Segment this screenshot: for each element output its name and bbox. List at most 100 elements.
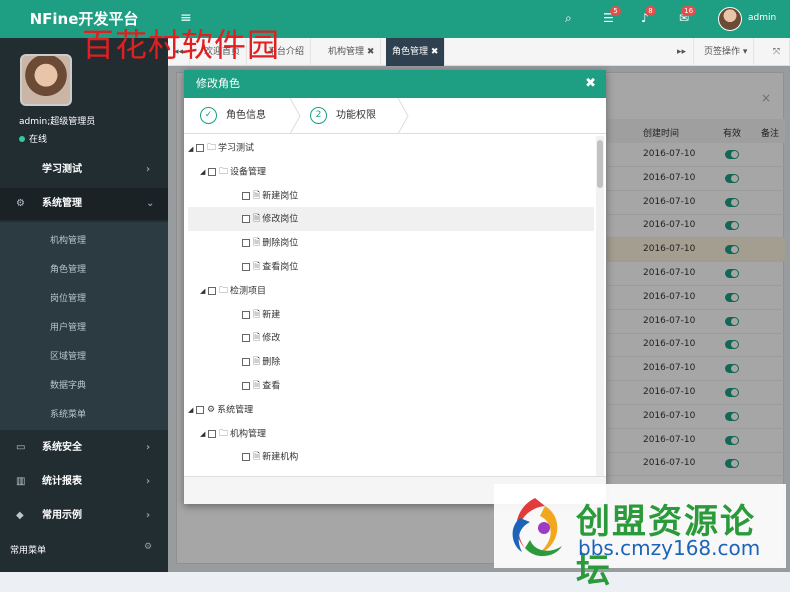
file-icon: 🗎	[253, 309, 261, 320]
tree-checkbox[interactable]	[208, 429, 216, 438]
page-ops-dropdown[interactable]: 页签操作 ▾	[698, 38, 755, 66]
expand-arrow-icon[interactable]: ◢	[200, 422, 208, 446]
tree-node[interactable]: 🗎 新建机构	[188, 445, 594, 469]
tree-checkbox[interactable]	[242, 382, 250, 390]
submenu-dict[interactable]: 数据字典	[50, 378, 86, 391]
step-label: 功能权限	[336, 110, 376, 121]
sidebar-submenu: 机构管理 角色管理 岗位管理 用户管理 区域管理 数据字典 系统菜单	[0, 222, 168, 430]
tree-node[interactable]: ◢ 🗀 机构管理	[188, 422, 594, 446]
gears-icon: ⚙	[16, 198, 25, 209]
tree-checkbox[interactable]	[242, 334, 250, 343]
tree-node-label: 新建岗位	[262, 191, 299, 202]
expand-arrow-icon[interactable]: ◢	[200, 279, 208, 303]
watermark-text: 百花村软件园	[82, 26, 281, 64]
tree-checkbox[interactable]	[242, 310, 250, 319]
tree-node-label: 学习测试	[218, 143, 255, 154]
submenu-org[interactable]: 机构管理	[50, 233, 86, 246]
tree-node-label: 系统管理	[217, 405, 254, 416]
tree-checkbox[interactable]	[208, 286, 216, 295]
gears-icon: ⚙	[207, 404, 216, 415]
sidebar-item-system[interactable]: ⚙ 系统管理 ⌄	[0, 188, 168, 220]
tree-node[interactable]: 🗎 新建岗位	[188, 184, 594, 208]
logo-url: bbs.cmzy168.com	[578, 536, 761, 560]
tree-node-label: 新建	[262, 310, 281, 321]
tree-checkbox[interactable]	[242, 215, 250, 224]
submenu-user[interactable]: 用户管理	[50, 320, 86, 333]
top-avatar[interactable]	[718, 7, 742, 31]
tree-node[interactable]: ◢ ⚙ 系统管理	[188, 398, 594, 422]
scrollbar-thumb[interactable]	[597, 140, 603, 188]
tree-node[interactable]: 🗎 查看岗位	[188, 255, 594, 279]
tree-checkbox[interactable]	[242, 263, 250, 271]
avatar	[20, 54, 72, 106]
bell-icon[interactable]: ♪ 8	[641, 6, 656, 25]
notify-badge: 8	[645, 6, 656, 16]
sidebar-item-security[interactable]: ▭ 系统安全 ›	[0, 432, 168, 464]
sidebar-item-label: 常用示例	[42, 510, 82, 521]
tab-scroll-right-icon[interactable]: ▸▸	[670, 38, 694, 66]
logo-swirl-icon	[512, 498, 562, 557]
gear-icon[interactable]: ⚙	[144, 542, 152, 552]
tree-checkbox[interactable]	[242, 191, 250, 200]
sidebar-item-study[interactable]: 学习测试 ›	[0, 154, 168, 186]
tree-node[interactable]: ◢ 🗀 检测项目	[188, 279, 594, 303]
expand-arrow-icon[interactable]: ◢	[200, 160, 208, 184]
online-dot-icon	[19, 136, 25, 142]
sidebar-item-report[interactable]: ▥ 统计报表 ›	[0, 466, 168, 498]
file-icon: 🗎	[253, 190, 261, 201]
step-number: 2	[310, 107, 327, 124]
check-icon: ✓	[200, 107, 217, 124]
expand-arrow-icon[interactable]: ◢	[188, 137, 196, 161]
tab-role[interactable]: 角色管理 ✖	[386, 38, 446, 66]
tree-node[interactable]: 🗎 删除岗位	[188, 231, 594, 255]
folder-icon: 🗀	[207, 143, 217, 153]
step-permissions[interactable]: 2 功能权限	[296, 98, 406, 134]
fullscreen-icon[interactable]: ⤧	[764, 38, 790, 66]
dialog-header: 修改角色 ✖	[184, 70, 606, 98]
sidebar-user-status: 在线	[19, 132, 47, 145]
tree-checkbox[interactable]	[242, 453, 250, 462]
submenu-menu[interactable]: 系统菜单	[50, 407, 86, 420]
file-icon: 🗎	[253, 381, 261, 391]
tag-icon: ◆	[16, 510, 24, 521]
tree-node-label: 机构管理	[230, 429, 267, 440]
tasks-badge: 5	[610, 6, 621, 16]
sidebar-item-label: 系统安全	[42, 442, 82, 453]
tree-node-label: 删除	[262, 357, 281, 368]
tree-node[interactable]: 🗎 修改岗位	[188, 207, 594, 232]
tree-node[interactable]: 🗎 修改	[188, 326, 594, 350]
mail-icon[interactable]: ✉ 16	[679, 6, 697, 25]
file-icon: 🗎	[253, 333, 261, 344]
tab-org[interactable]: 机构管理 ✖	[322, 38, 382, 66]
submenu-role[interactable]: 角色管理	[50, 262, 86, 275]
tree-node-label: 删除岗位	[262, 238, 299, 249]
tree-node[interactable]: ◢ 🗀 设备管理	[188, 160, 594, 184]
submenu-area[interactable]: 区域管理	[50, 349, 86, 362]
step-role-info[interactable]: ✓ 角色信息	[184, 98, 296, 134]
tree-node-label: 新建机构	[262, 452, 299, 463]
file-icon: 🗎	[253, 214, 261, 225]
tree-node[interactable]: 🗎 删除	[188, 350, 594, 374]
submenu-post[interactable]: 岗位管理	[50, 291, 86, 304]
sidebar-item-examples[interactable]: ◆ 常用示例 ›	[0, 500, 168, 532]
tasks-icon[interactable]: ☰ 5	[603, 6, 621, 25]
tree-node[interactable]: ◢ 🗀 学习测试	[188, 136, 594, 160]
sidebar-item-label: 系统管理	[42, 198, 82, 209]
tree-checkbox[interactable]	[242, 358, 250, 367]
chevron-right-icon: ›	[146, 442, 151, 453]
tree-checkbox[interactable]	[196, 405, 204, 414]
top-username[interactable]: admin	[748, 13, 776, 23]
chevron-right-icon: ›	[146, 510, 151, 521]
chevron-right-icon: ›	[146, 476, 151, 487]
step-divider-icon	[397, 98, 409, 134]
tree-node[interactable]: 🗎 查看	[188, 374, 594, 398]
step-label: 角色信息	[226, 110, 266, 121]
tree-node[interactable]: 🗎 新建	[188, 303, 594, 327]
tree-checkbox[interactable]	[208, 167, 216, 176]
close-icon[interactable]: ✖	[585, 70, 596, 98]
tree-checkbox[interactable]	[196, 144, 204, 152]
tree-scrollbar[interactable]	[596, 136, 604, 476]
search-icon[interactable]: ⌕	[565, 11, 572, 26]
expand-arrow-icon[interactable]: ◢	[188, 398, 196, 422]
tree-checkbox[interactable]	[242, 239, 250, 248]
